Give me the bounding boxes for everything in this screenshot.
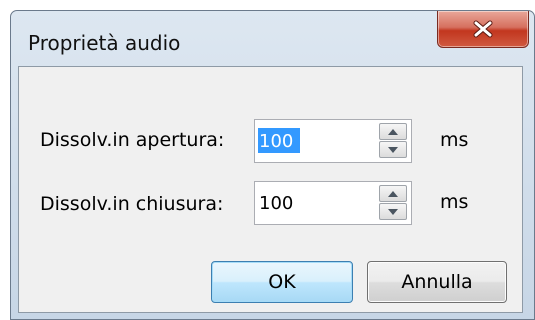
fade-out-increment-button[interactable] (379, 185, 407, 202)
fade-out-unit: ms (440, 191, 469, 213)
up-arrow-icon (388, 190, 398, 197)
down-arrow-icon (388, 208, 398, 215)
fade-out-decrement-button[interactable] (379, 203, 407, 220)
fade-in-increment-button[interactable] (379, 123, 407, 140)
fade-in-label: Dissolv.in apertura: (40, 129, 225, 151)
audio-properties-dialog: Proprietà audio Dissolv.in apertura: ms … (10, 10, 535, 320)
ok-button[interactable]: OK (211, 261, 353, 303)
fade-out-input[interactable] (259, 189, 369, 217)
fade-out-label: Dissolv.in chiusura: (40, 193, 224, 215)
fade-in-spin-buttons (379, 123, 407, 159)
fade-in-input[interactable] (259, 127, 369, 155)
down-arrow-icon (388, 146, 398, 153)
fade-out-spinbox[interactable] (254, 181, 412, 225)
fade-in-spinbox[interactable] (254, 119, 412, 163)
fade-in-decrement-button[interactable] (379, 141, 407, 158)
dialog-body: Dissolv.in apertura: ms Dissolv.in chius… (18, 66, 523, 313)
close-button[interactable] (437, 11, 529, 48)
up-arrow-icon (388, 128, 398, 135)
close-icon (473, 20, 493, 38)
fade-out-spin-buttons (379, 185, 407, 221)
fade-in-unit: ms (440, 129, 469, 151)
cancel-button[interactable]: Annulla (367, 261, 507, 303)
dialog-title: Proprietà audio (28, 31, 181, 55)
